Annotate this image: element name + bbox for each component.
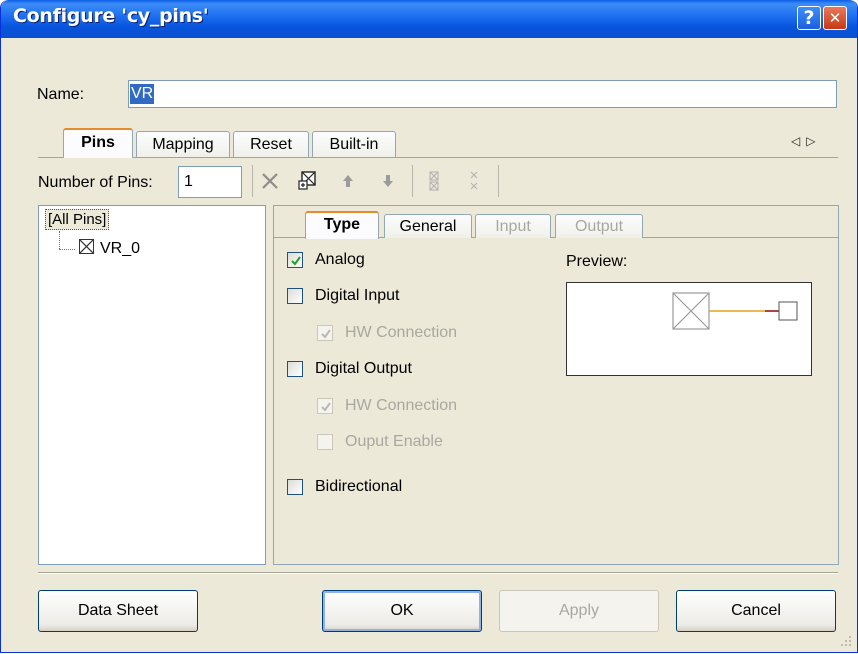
cancel-button[interactable]: Cancel bbox=[676, 590, 836, 632]
ok-button[interactable]: OK bbox=[322, 590, 482, 632]
move-down-icon[interactable] bbox=[376, 169, 400, 193]
tab-type[interactable]: Type bbox=[305, 211, 379, 239]
preview-label: Preview: bbox=[566, 253, 628, 270]
digital-input-label: Digital Input bbox=[315, 287, 400, 304]
window-title: Configure 'cy_pins' bbox=[13, 5, 209, 27]
pins-toolbar: Number of Pins: 1 bbox=[38, 161, 838, 201]
data-sheet-button[interactable]: Data Sheet bbox=[38, 590, 198, 632]
scroll-right-icon[interactable]: ▷ bbox=[806, 134, 821, 148]
tree-root-all-pins[interactable]: [All Pins] bbox=[45, 209, 110, 230]
di-hw-connection-label: HW Connection bbox=[345, 324, 458, 341]
pin-settings-panel: Type General Input Output Analog Digital… bbox=[273, 205, 839, 565]
delete-icon[interactable] bbox=[258, 169, 282, 193]
output-enable-checkbox[interactable] bbox=[317, 434, 333, 450]
analog-label: Analog bbox=[315, 251, 365, 268]
do-hw-connection-checkbox[interactable] bbox=[317, 398, 333, 414]
tab-reset[interactable]: Reset bbox=[233, 131, 309, 157]
tree-item-pin[interactable]: VR_0 bbox=[79, 239, 140, 258]
analog-checkbox[interactable] bbox=[287, 252, 303, 268]
pins-tree[interactable]: [All Pins] VR_0 bbox=[38, 205, 266, 565]
pin-preview-diagram bbox=[672, 292, 798, 330]
di-hw-connection-checkbox[interactable] bbox=[317, 325, 333, 341]
configure-dialog: Configure 'cy_pins' ? ✕ Name: VR Pins Ma… bbox=[0, 0, 858, 653]
button-separator bbox=[38, 572, 838, 573]
scroll-left-icon[interactable]: ◁ bbox=[791, 134, 806, 148]
digital-output-checkbox[interactable] bbox=[287, 361, 303, 377]
tab-pins[interactable]: Pins bbox=[63, 128, 133, 158]
number-of-pins-label: Number of Pins: bbox=[38, 174, 153, 191]
resize-grip-icon[interactable] bbox=[837, 632, 853, 648]
tab-input[interactable]: Input bbox=[475, 214, 551, 238]
tree-connector bbox=[59, 249, 75, 250]
bidirectional-checkbox[interactable] bbox=[287, 479, 303, 495]
group-icon[interactable] bbox=[462, 169, 486, 193]
tab-mapping[interactable]: Mapping bbox=[136, 131, 230, 157]
tree-item-label: VR_0 bbox=[100, 240, 141, 257]
output-enable-label: Ouput Enable bbox=[345, 433, 443, 450]
name-value: VR bbox=[130, 84, 155, 104]
tree-connector bbox=[59, 231, 60, 249]
tab-scroll-arrows[interactable]: ◁▷ bbox=[791, 134, 821, 148]
add-pin-icon[interactable] bbox=[296, 169, 320, 193]
toolbar-separator bbox=[252, 165, 253, 197]
tab-output[interactable]: Output bbox=[555, 214, 643, 238]
pin-preview bbox=[566, 282, 812, 376]
name-label: Name: bbox=[37, 86, 85, 103]
help-button[interactable]: ? bbox=[797, 6, 821, 30]
apply-button[interactable]: Apply bbox=[499, 590, 659, 632]
do-hw-connection-label: HW Connection bbox=[345, 397, 458, 414]
toolbar-separator bbox=[498, 165, 499, 197]
title-bar[interactable]: Configure 'cy_pins' ? ✕ bbox=[1, 0, 857, 38]
tab-general[interactable]: General bbox=[384, 214, 472, 238]
pin-icon bbox=[79, 239, 94, 254]
move-up-icon[interactable] bbox=[336, 169, 360, 193]
digital-output-label: Digital Output bbox=[315, 360, 412, 377]
bidirectional-label: Bidirectional bbox=[315, 478, 403, 495]
toolbar-separator bbox=[412, 165, 413, 197]
number-of-pins-input[interactable]: 1 bbox=[178, 166, 242, 198]
name-input[interactable]: VR bbox=[128, 80, 837, 108]
tab-built-in[interactable]: Built-in bbox=[312, 131, 396, 157]
digital-input-checkbox[interactable] bbox=[287, 288, 303, 304]
ungroup-icon[interactable] bbox=[422, 169, 446, 193]
close-button[interactable]: ✕ bbox=[823, 6, 847, 30]
